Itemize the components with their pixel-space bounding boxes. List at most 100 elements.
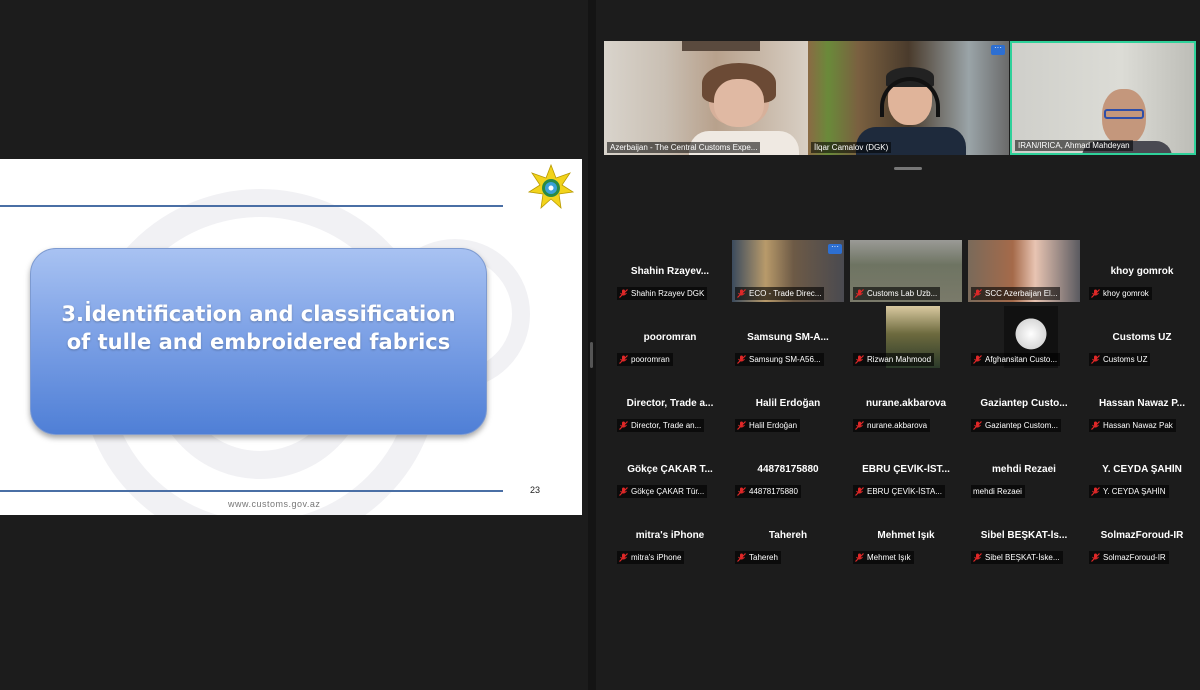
more-options-icon[interactable]: ··· bbox=[991, 44, 1005, 55]
participant-name: SolmazForoud-IR bbox=[1100, 530, 1184, 541]
participant-label: Director, Trade an... bbox=[617, 419, 705, 432]
video-name-label: IRAN/IRICA, Ahmad Mahdeyan bbox=[1015, 140, 1133, 151]
participant-label-text: Director, Trade an... bbox=[631, 421, 702, 430]
participant-label-text: pooromran bbox=[631, 355, 670, 364]
participant-tile[interactable]: Gökçe ÇAKAR T... Gökçe ÇAKAR Tür... bbox=[614, 438, 726, 500]
shared-slide: 3.İdentification and classification of t… bbox=[0, 159, 582, 515]
participant-name: Hassan Nawaz P... bbox=[1099, 398, 1185, 409]
participant-tile[interactable]: Customs UZ Customs UZ bbox=[1086, 306, 1198, 368]
participant-label-text: Mehmet Işık bbox=[867, 553, 911, 562]
split-divider[interactable] bbox=[588, 0, 596, 690]
participant-tile[interactable]: mehdi Rezaei mehdi Rezaei bbox=[968, 438, 1080, 500]
participant-label-text: mitra's iPhone bbox=[631, 553, 682, 562]
participant-tile[interactable]: Mehmet Işık Mehmet Işık bbox=[850, 504, 962, 566]
participant-tile[interactable]: mitra's iPhone mitra's iPhone bbox=[614, 504, 726, 566]
mic-muted-icon bbox=[619, 553, 628, 562]
participant-label-text: Gaziantep Custom... bbox=[985, 421, 1058, 430]
resize-handle[interactable] bbox=[590, 342, 593, 368]
video-tile-azerbaijan-expert[interactable]: Azerbaijan - The Central Customs Expe... bbox=[604, 41, 808, 155]
participant-tile[interactable]: 44878175880 44878175880 bbox=[732, 438, 844, 500]
mic-muted-icon bbox=[1091, 553, 1100, 562]
participant-label: Samsung SM-A56... bbox=[735, 353, 824, 366]
participant-tile[interactable]: pooromran pooromran bbox=[614, 306, 726, 368]
mic-muted-icon bbox=[855, 289, 864, 298]
glasses-icon bbox=[1104, 109, 1144, 119]
slide-footer-url: www.customs.gov.az bbox=[228, 499, 321, 509]
participant-tile[interactable]: SolmazForoud-IR SolmazForoud-IR bbox=[1086, 504, 1198, 566]
participant-tile[interactable]: Halil Erdoğan Halil Erdoğan bbox=[732, 372, 844, 434]
participant-name: Y. CEYDA ŞAHİN bbox=[1102, 464, 1182, 475]
meeting-window: 3.İdentification and classification of t… bbox=[0, 0, 1200, 690]
participant-tile[interactable]: khoy gomrok khoy gomrok bbox=[1086, 240, 1198, 302]
participant-name: Sibel BEŞKAT-İs... bbox=[980, 530, 1068, 541]
participant-tile[interactable]: EBRU ÇEVİK-İST... EBRU ÇEVİK-İSTA... bbox=[850, 438, 962, 500]
participant-tile[interactable]: Shahin Rzayev... Shahin Rzayev DGK bbox=[614, 240, 726, 302]
participant-label: SCC Azerbaijan El... bbox=[971, 287, 1061, 300]
mic-muted-icon bbox=[1091, 421, 1100, 430]
participant-tile[interactable]: Customs Lab Uzb... bbox=[850, 240, 962, 302]
participant-label-text: Samsung SM-A56... bbox=[749, 355, 821, 364]
slide-title: 3.İdentification and classification of t… bbox=[61, 301, 456, 354]
mic-muted-icon bbox=[855, 553, 864, 562]
participant-tile[interactable]: SCC Azerbaijan El... bbox=[968, 240, 1080, 302]
mic-muted-icon bbox=[1091, 487, 1100, 496]
participant-tile[interactable]: Director, Trade a... Director, Trade an..… bbox=[614, 372, 726, 434]
participant-tile[interactable]: Sibel BEŞKAT-İs... Sibel BEŞKAT-İske... bbox=[968, 504, 1080, 566]
participant-label: Y. CEYDA ŞAHİN bbox=[1089, 485, 1169, 498]
participant-tile[interactable]: Hassan Nawaz P... Hassan Nawaz Pak bbox=[1086, 372, 1198, 434]
participant-label-text: Hassan Nawaz Pak bbox=[1103, 421, 1173, 430]
participant-tile[interactable]: Samsung SM-A... Samsung SM-A56... bbox=[732, 306, 844, 368]
participant-label: Sibel BEŞKAT-İske... bbox=[971, 551, 1063, 564]
slide-page-number: 23 bbox=[530, 485, 541, 495]
participant-tile[interactable]: Tahereh Tahereh bbox=[732, 504, 844, 566]
more-options-icon[interactable]: ··· bbox=[828, 243, 842, 254]
participant-name: 44878175880 bbox=[757, 464, 819, 475]
participant-label: ECO - Trade Direc... bbox=[735, 287, 825, 300]
video-tile-iran-irica[interactable]: IRAN/IRICA, Ahmad Mahdeyan bbox=[1010, 41, 1196, 155]
participant-name: Samsung SM-A... bbox=[747, 332, 829, 343]
screen-share-area: 3.İdentification and classification of t… bbox=[0, 0, 588, 690]
participant-name: Shahin Rzayev... bbox=[630, 266, 710, 277]
participant-name: Customs UZ bbox=[1112, 332, 1172, 343]
participant-name: mehdi Rezaei bbox=[992, 464, 1056, 475]
strip-resize-handle[interactable] bbox=[894, 167, 922, 170]
mic-muted-icon bbox=[973, 289, 982, 298]
mic-muted-icon bbox=[973, 355, 982, 364]
participant-label: 44878175880 bbox=[735, 485, 801, 498]
participant-tile[interactable]: ··· ECO - Trade Direc... bbox=[732, 240, 844, 302]
video-tile-ilqar-camalov[interactable]: ··· İlqar Camalov (DGK) bbox=[808, 41, 1009, 155]
mic-muted-icon bbox=[855, 355, 864, 364]
participant-label-text: EBRU ÇEVİK-İSTA... bbox=[867, 487, 942, 496]
participant-tile[interactable]: nurane.akbarova nurane.akbarova bbox=[850, 372, 962, 434]
slide-rule-top bbox=[0, 205, 503, 207]
customs-emblem-icon bbox=[528, 164, 574, 210]
video-name-label: İlqar Camalov (DGK) bbox=[811, 142, 892, 153]
mic-muted-icon bbox=[855, 487, 864, 496]
participant-label-text: Sibel BEŞKAT-İske... bbox=[985, 553, 1060, 562]
participant-label: Halil Erdoğan bbox=[735, 419, 801, 432]
participant-label: Gaziantep Custom... bbox=[971, 419, 1061, 432]
mic-muted-icon bbox=[619, 421, 628, 430]
participant-label-text: nurane.akbarova bbox=[867, 421, 928, 430]
participant-tile[interactable]: Rizwan Mahmood bbox=[850, 306, 962, 368]
participant-tile[interactable]: Afghansitan Custo... bbox=[968, 306, 1080, 368]
participant-label: EBRU ÇEVİK-İSTA... bbox=[853, 485, 945, 498]
video-name-label: Azerbaijan - The Central Customs Expe... bbox=[607, 142, 761, 153]
mic-muted-icon bbox=[737, 487, 746, 496]
participant-label: Rizwan Mahmood bbox=[853, 353, 935, 366]
mic-muted-icon bbox=[737, 421, 746, 430]
participant-face bbox=[714, 79, 764, 127]
mic-muted-icon bbox=[1091, 289, 1100, 298]
participant-label: nurane.akbarova bbox=[853, 419, 931, 432]
participant-name: Director, Trade a... bbox=[626, 398, 714, 409]
participant-label-text: Halil Erdoğan bbox=[749, 421, 798, 430]
participant-label-text: khoy gomrok bbox=[1103, 289, 1149, 298]
mic-muted-icon bbox=[973, 553, 982, 562]
mic-muted-icon bbox=[737, 355, 746, 364]
participant-label: mitra's iPhone bbox=[617, 551, 685, 564]
participant-label: pooromran bbox=[617, 353, 673, 366]
participant-name: pooromran bbox=[643, 332, 697, 343]
participant-label-text: SolmazForoud-IR bbox=[1103, 553, 1166, 562]
participant-tile[interactable]: Y. CEYDA ŞAHİN Y. CEYDA ŞAHİN bbox=[1086, 438, 1198, 500]
participant-tile[interactable]: Gaziantep Custo... Gaziantep Custom... bbox=[968, 372, 1080, 434]
